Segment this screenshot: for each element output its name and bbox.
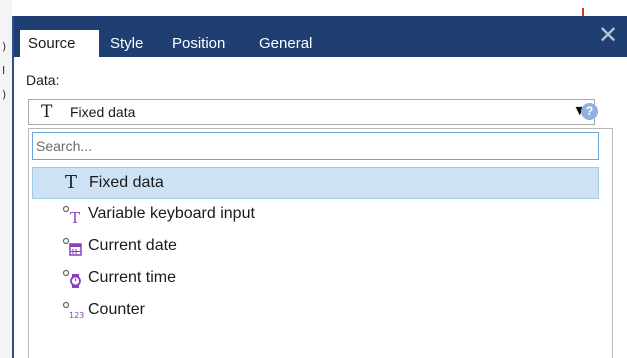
data-source-dropdown[interactable]: T Fixed data ▼ bbox=[28, 99, 595, 125]
data-source-list: T Fixed data T Variable keyboard input C… bbox=[28, 128, 613, 358]
background-glyph: ) bbox=[2, 88, 7, 101]
tab-position[interactable]: Position bbox=[164, 30, 233, 57]
background-window-edge: ) I ) bbox=[0, 0, 12, 358]
list-item-current-date[interactable]: Current date bbox=[32, 231, 599, 263]
dialog-tab-bar: Source Style Position General ✕ bbox=[14, 16, 627, 57]
tab-label: Style bbox=[110, 35, 144, 52]
current-date-icon bbox=[62, 237, 84, 257]
list-item-current-time[interactable]: Current time bbox=[32, 263, 599, 295]
list-item-label: Current date bbox=[88, 237, 177, 254]
background-glyph: ) bbox=[2, 40, 7, 53]
tab-label: Position bbox=[172, 35, 226, 52]
tab-general[interactable]: General bbox=[251, 30, 320, 57]
search-input[interactable] bbox=[32, 132, 599, 160]
svg-text:T: T bbox=[70, 209, 80, 225]
data-label: Data: bbox=[26, 72, 60, 88]
background-glyph: I bbox=[2, 64, 6, 77]
text-T-icon: T bbox=[41, 102, 53, 122]
list-item-counter[interactable]: 123 Counter bbox=[32, 295, 599, 327]
tab-source[interactable]: Source bbox=[20, 30, 99, 57]
svg-text:123: 123 bbox=[69, 311, 84, 320]
dropdown-selected-value: Fixed data bbox=[70, 104, 136, 120]
list-item-label: Counter bbox=[88, 301, 145, 318]
list-item-label: Fixed data bbox=[89, 174, 164, 191]
background-red-mark bbox=[582, 8, 584, 16]
current-time-icon bbox=[62, 269, 84, 289]
close-icon[interactable]: ✕ bbox=[595, 22, 621, 48]
tab-style[interactable]: Style bbox=[102, 30, 151, 57]
variable-keyboard-input-icon: T bbox=[62, 205, 84, 227]
list-item-fixed-data[interactable]: T Fixed data bbox=[32, 167, 599, 199]
list-item-label: Current time bbox=[88, 269, 177, 286]
tab-label: Source bbox=[28, 35, 76, 52]
text-T-icon: T bbox=[65, 172, 78, 193]
counter-icon: 123 bbox=[62, 301, 84, 321]
list-item-variable-keyboard-input[interactable]: T Variable keyboard input bbox=[32, 199, 599, 231]
tab-label: General bbox=[259, 35, 313, 52]
list-item-label: Variable keyboard input bbox=[88, 205, 255, 222]
help-icon[interactable]: ? bbox=[581, 103, 598, 120]
